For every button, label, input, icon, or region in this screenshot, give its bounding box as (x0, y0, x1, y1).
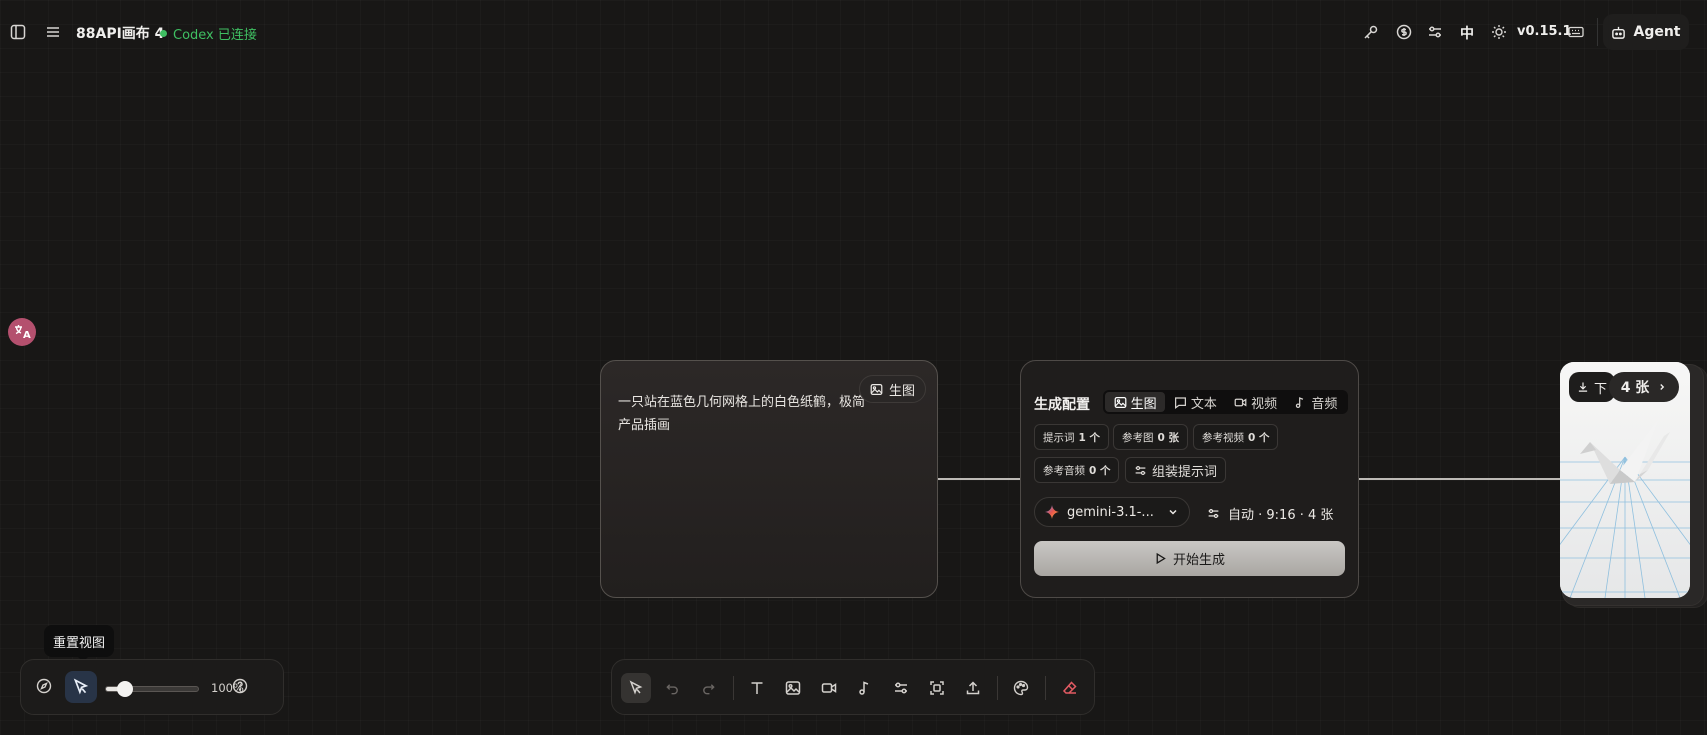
video-tool-icon[interactable] (814, 673, 844, 703)
bot-icon (1611, 25, 1626, 40)
tab-image-label: 生图 (1130, 396, 1157, 412)
select-tool-icon[interactable] (621, 673, 651, 703)
translate-icon[interactable]: A (8, 318, 36, 346)
tab-audio[interactable]: 音频 (1286, 392, 1346, 412)
header-divider (1597, 18, 1598, 46)
output-count-pill[interactable]: 4 张 (1609, 372, 1679, 402)
prompt-text[interactable]: 一只站在蓝色几何网格上的白色纸鹤，极简产品插画 (618, 391, 868, 437)
frame-tool-icon[interactable] (922, 673, 952, 703)
chip-ref-images-value: 0 张 (1157, 431, 1179, 444)
prompt-node[interactable]: 一只站在蓝色几何网格上的白色纸鹤，极简产品插画 生图 (600, 360, 938, 598)
chip-ref-videos[interactable]: 参考视频 0 个 (1193, 424, 1279, 450)
status-dot (160, 30, 167, 37)
tab-video-label: 视频 (1251, 396, 1278, 412)
chip-ref-audio-value: 0 个 (1089, 464, 1111, 477)
model-name: gemini-3.1-... (1067, 504, 1154, 520)
prompt-type-label: 生图 (889, 383, 916, 399)
agent-button[interactable]: Agent (1603, 14, 1689, 50)
message-icon (1174, 396, 1187, 409)
cursor-arrow-icon (72, 678, 90, 696)
help-icon[interactable] (229, 675, 251, 697)
gemini-star-icon (1045, 505, 1059, 519)
version-label: v0.15.1 (1517, 24, 1572, 39)
upload-tool-icon[interactable] (958, 673, 988, 703)
chevron-right-icon (1657, 382, 1667, 392)
start-generation-button[interactable]: 开始生成 (1034, 541, 1345, 576)
chip-ref-audio-label: 参考音频 (1043, 464, 1085, 477)
edge-config-output (1359, 478, 1560, 480)
key-icon[interactable] (1361, 22, 1381, 42)
output-count-label: 4 张 (1620, 380, 1650, 396)
chip-prompts-label: 提示词 (1043, 431, 1075, 444)
assemble-prompt-label: 组装提示词 (1152, 464, 1218, 480)
menu-icon[interactable] (43, 22, 63, 42)
toolbar-divider (1045, 676, 1046, 700)
image-icon (870, 383, 883, 396)
chevron-down-icon (1167, 506, 1179, 518)
chip-ref-videos-label: 参考视频 (1202, 431, 1244, 444)
settings-summary-text: 自动 · 9:16 · 4 张 (1228, 508, 1334, 523)
tab-text-label: 文本 (1190, 396, 1217, 412)
canvas-title[interactable]: 88API画布 4 (76, 23, 164, 43)
translate-badge-text: A (23, 330, 31, 341)
language-toggle[interactable]: 中 (1460, 23, 1474, 43)
compass-icon[interactable] (33, 675, 55, 697)
reset-view-tooltip: 重置视图 (44, 625, 115, 662)
config-tool-icon[interactable] (886, 673, 916, 703)
settings-sliders-icon (1207, 507, 1220, 520)
view-controls-panel: 100% (20, 659, 284, 715)
bottom-toolbar (611, 659, 1095, 715)
prompt-type-pill[interactable]: 生图 (859, 375, 927, 403)
video-icon (1234, 396, 1247, 409)
chip-ref-audio[interactable]: 参考音频 0 个 (1034, 457, 1120, 483)
chip-ref-images-label: 参考图 (1122, 431, 1154, 444)
connection-status: Codex 已连接 (160, 24, 257, 43)
download-label: 下 (1594, 381, 1608, 397)
generation-config-node: 生成配置 生图 文本 视频 音频 提示词 1 个 参考图 0 张 参考视频 0 个 参… (1020, 360, 1359, 598)
undo-icon[interactable] (657, 673, 687, 703)
image-tool-icon[interactable] (778, 673, 808, 703)
toolbar-divider (997, 676, 998, 700)
zoom-slider-thumb[interactable] (117, 681, 133, 697)
image-icon (1114, 396, 1127, 409)
top-bar: 88API画布 4 Codex 已连接 中 v0.15.1 Agent (0, 0, 1707, 64)
download-icon (1577, 381, 1589, 393)
tab-video[interactable]: 视频 (1226, 392, 1286, 412)
eraser-tool-icon[interactable] (1055, 673, 1085, 703)
audio-tool-icon[interactable] (850, 673, 880, 703)
agent-label: Agent (1633, 24, 1681, 40)
tab-image[interactable]: 生图 (1105, 392, 1166, 412)
chip-prompts-value: 1 个 (1078, 431, 1100, 444)
palette-tool-icon[interactable] (1006, 673, 1036, 703)
play-icon (1154, 552, 1167, 565)
text-tool-icon[interactable] (742, 673, 772, 703)
config-title: 生成配置 (1034, 397, 1090, 413)
chip-ref-videos-value: 0 个 (1248, 431, 1270, 444)
model-select[interactable]: gemini-3.1-... (1034, 497, 1190, 527)
toolbar-divider (733, 676, 734, 700)
edge-prompt-config (938, 478, 1020, 480)
start-generation-label: 开始生成 (1172, 553, 1225, 568)
connection-status-text: Codex 已连接 (173, 28, 257, 43)
keyboard-icon[interactable] (1566, 22, 1586, 42)
generation-settings-summary[interactable]: 自动 · 9:16 · 4 张 (1207, 504, 1333, 523)
chip-prompts[interactable]: 提示词 1 个 (1034, 424, 1109, 450)
dollar-icon[interactable] (1394, 22, 1414, 42)
assemble-prompt-button[interactable]: 组装提示词 (1125, 457, 1227, 483)
tab-audio-label: 音频 (1311, 396, 1338, 412)
assemble-icon (1134, 464, 1147, 477)
tab-text[interactable]: 文本 (1165, 392, 1225, 412)
sidebar-toggle-icon[interactable] (8, 22, 28, 42)
redo-icon[interactable] (693, 673, 723, 703)
theme-sun-icon[interactable] (1489, 22, 1509, 42)
chip-ref-images[interactable]: 参考图 0 张 (1113, 424, 1188, 450)
music-icon (1294, 396, 1307, 409)
settings-sliders-icon[interactable] (1425, 22, 1445, 42)
config-tabs: 生图 文本 视频 音频 (1103, 390, 1348, 414)
reset-view-button[interactable] (65, 671, 97, 703)
